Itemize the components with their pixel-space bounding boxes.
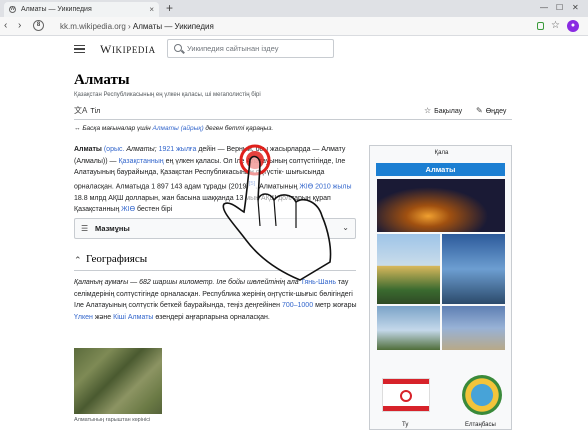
minimize-icon[interactable]: — [540,0,548,16]
flag-emblem-icon [400,390,412,402]
infobox-title: Алматы [376,163,505,176]
disambiguation-link[interactable]: Алматы (айрық) [153,125,204,132]
geography-paragraph: Қаланың аумағы — 682 шаршы километр. Іле… [74,279,357,321]
page-tagline: Қазақстан Республикасының ең үлкен қалас… [74,92,261,98]
page-actions: 文A Тіл ☆ Бақылау ✎ Өңдеу [74,100,512,120]
tab-strip: W Алматы — Уикипедия × + — ☐ ✕ [0,0,588,17]
url-page-title: Алматы — Уикипедия [132,22,214,31]
voice-assistant-icon[interactable]: ● [567,20,579,32]
lead-paragraph: Алматы (орыс. Алматы; 1921 жылға дейін —… [74,146,352,214]
translate-icon: 文A [74,106,88,115]
address-bar[interactable]: kk.m.wikipedia.org › Алматы — Уикипедия [60,20,214,33]
mosque-photo[interactable] [442,306,505,350]
back-icon[interactable]: ‹ [4,19,7,33]
fountain-photo[interactable] [377,306,440,350]
infobox-type: Қала [434,150,449,156]
section-title: Географиясы [86,253,148,265]
table-of-contents[interactable]: ☰ Мазмұны ⌄ [74,218,356,239]
maximize-icon[interactable]: ☐ [556,0,563,16]
infobox: Қала Алматы Ту Елтаңбасы [369,145,512,430]
page-title: Алматы [74,72,130,88]
address-bar-row: ‹ › 8 kk.m.wikipedia.org › Алматы — Уики… [0,17,588,36]
url-host: kk.m.wikipedia.org [60,22,126,31]
chevron-down-icon: ⌄ [342,223,349,232]
menu-icon[interactable] [74,45,85,53]
flag-caption: Ту [402,422,409,428]
watch-button[interactable]: ☆ Бақылау [424,106,462,117]
lock-icon[interactable] [537,22,544,30]
city-night-photo[interactable] [377,179,505,232]
wikipedia-favicon-icon: W [9,6,16,13]
tab-title: Алматы — Уикипедия [21,6,92,13]
tab-close-icon[interactable]: × [149,2,154,17]
star-icon: ☆ [424,106,432,115]
section-geography-header[interactable]: ⌃ Географиясы [74,253,356,271]
close-window-icon[interactable]: ✕ [572,0,579,16]
toc-label: Мазмұны [95,224,130,233]
wikipedia-logo[interactable]: WIKIPEDIA [100,42,156,57]
emblem-caption: Елтаңбасы [465,422,496,428]
new-tab-button[interactable]: + [166,0,173,16]
image-caption: Алматының ғарыштан көрінісі [74,417,151,423]
list-icon: ☰ [81,224,89,233]
browser-tab[interactable]: W Алматы — Уикипедия × [4,2,159,17]
search-input[interactable] [187,42,327,55]
chevron-up-icon: ⌃ [74,255,82,265]
search-icon [174,44,182,52]
skyscraper-photo[interactable] [442,234,505,304]
forward-icon[interactable]: › [18,19,21,33]
wiki-header: WIKIPEDIA [0,37,588,61]
satellite-image[interactable] [74,348,162,414]
edit-button[interactable]: ✎ Өңдеу [476,106,506,117]
city-flag[interactable] [382,378,430,412]
language-button[interactable]: 文A Тіл [74,106,100,117]
protect-shield-icon[interactable]: 8 [33,20,44,31]
cathedral-photo[interactable] [377,234,440,304]
hatnote: ↔ Басқа мағыналар үшін Алматы (айрық) де… [74,125,274,132]
pencil-icon: ✎ [476,106,483,115]
search-box[interactable] [167,39,334,58]
bookmark-star-icon[interactable]: ☆ [551,19,560,33]
city-coat-of-arms[interactable] [462,375,502,415]
